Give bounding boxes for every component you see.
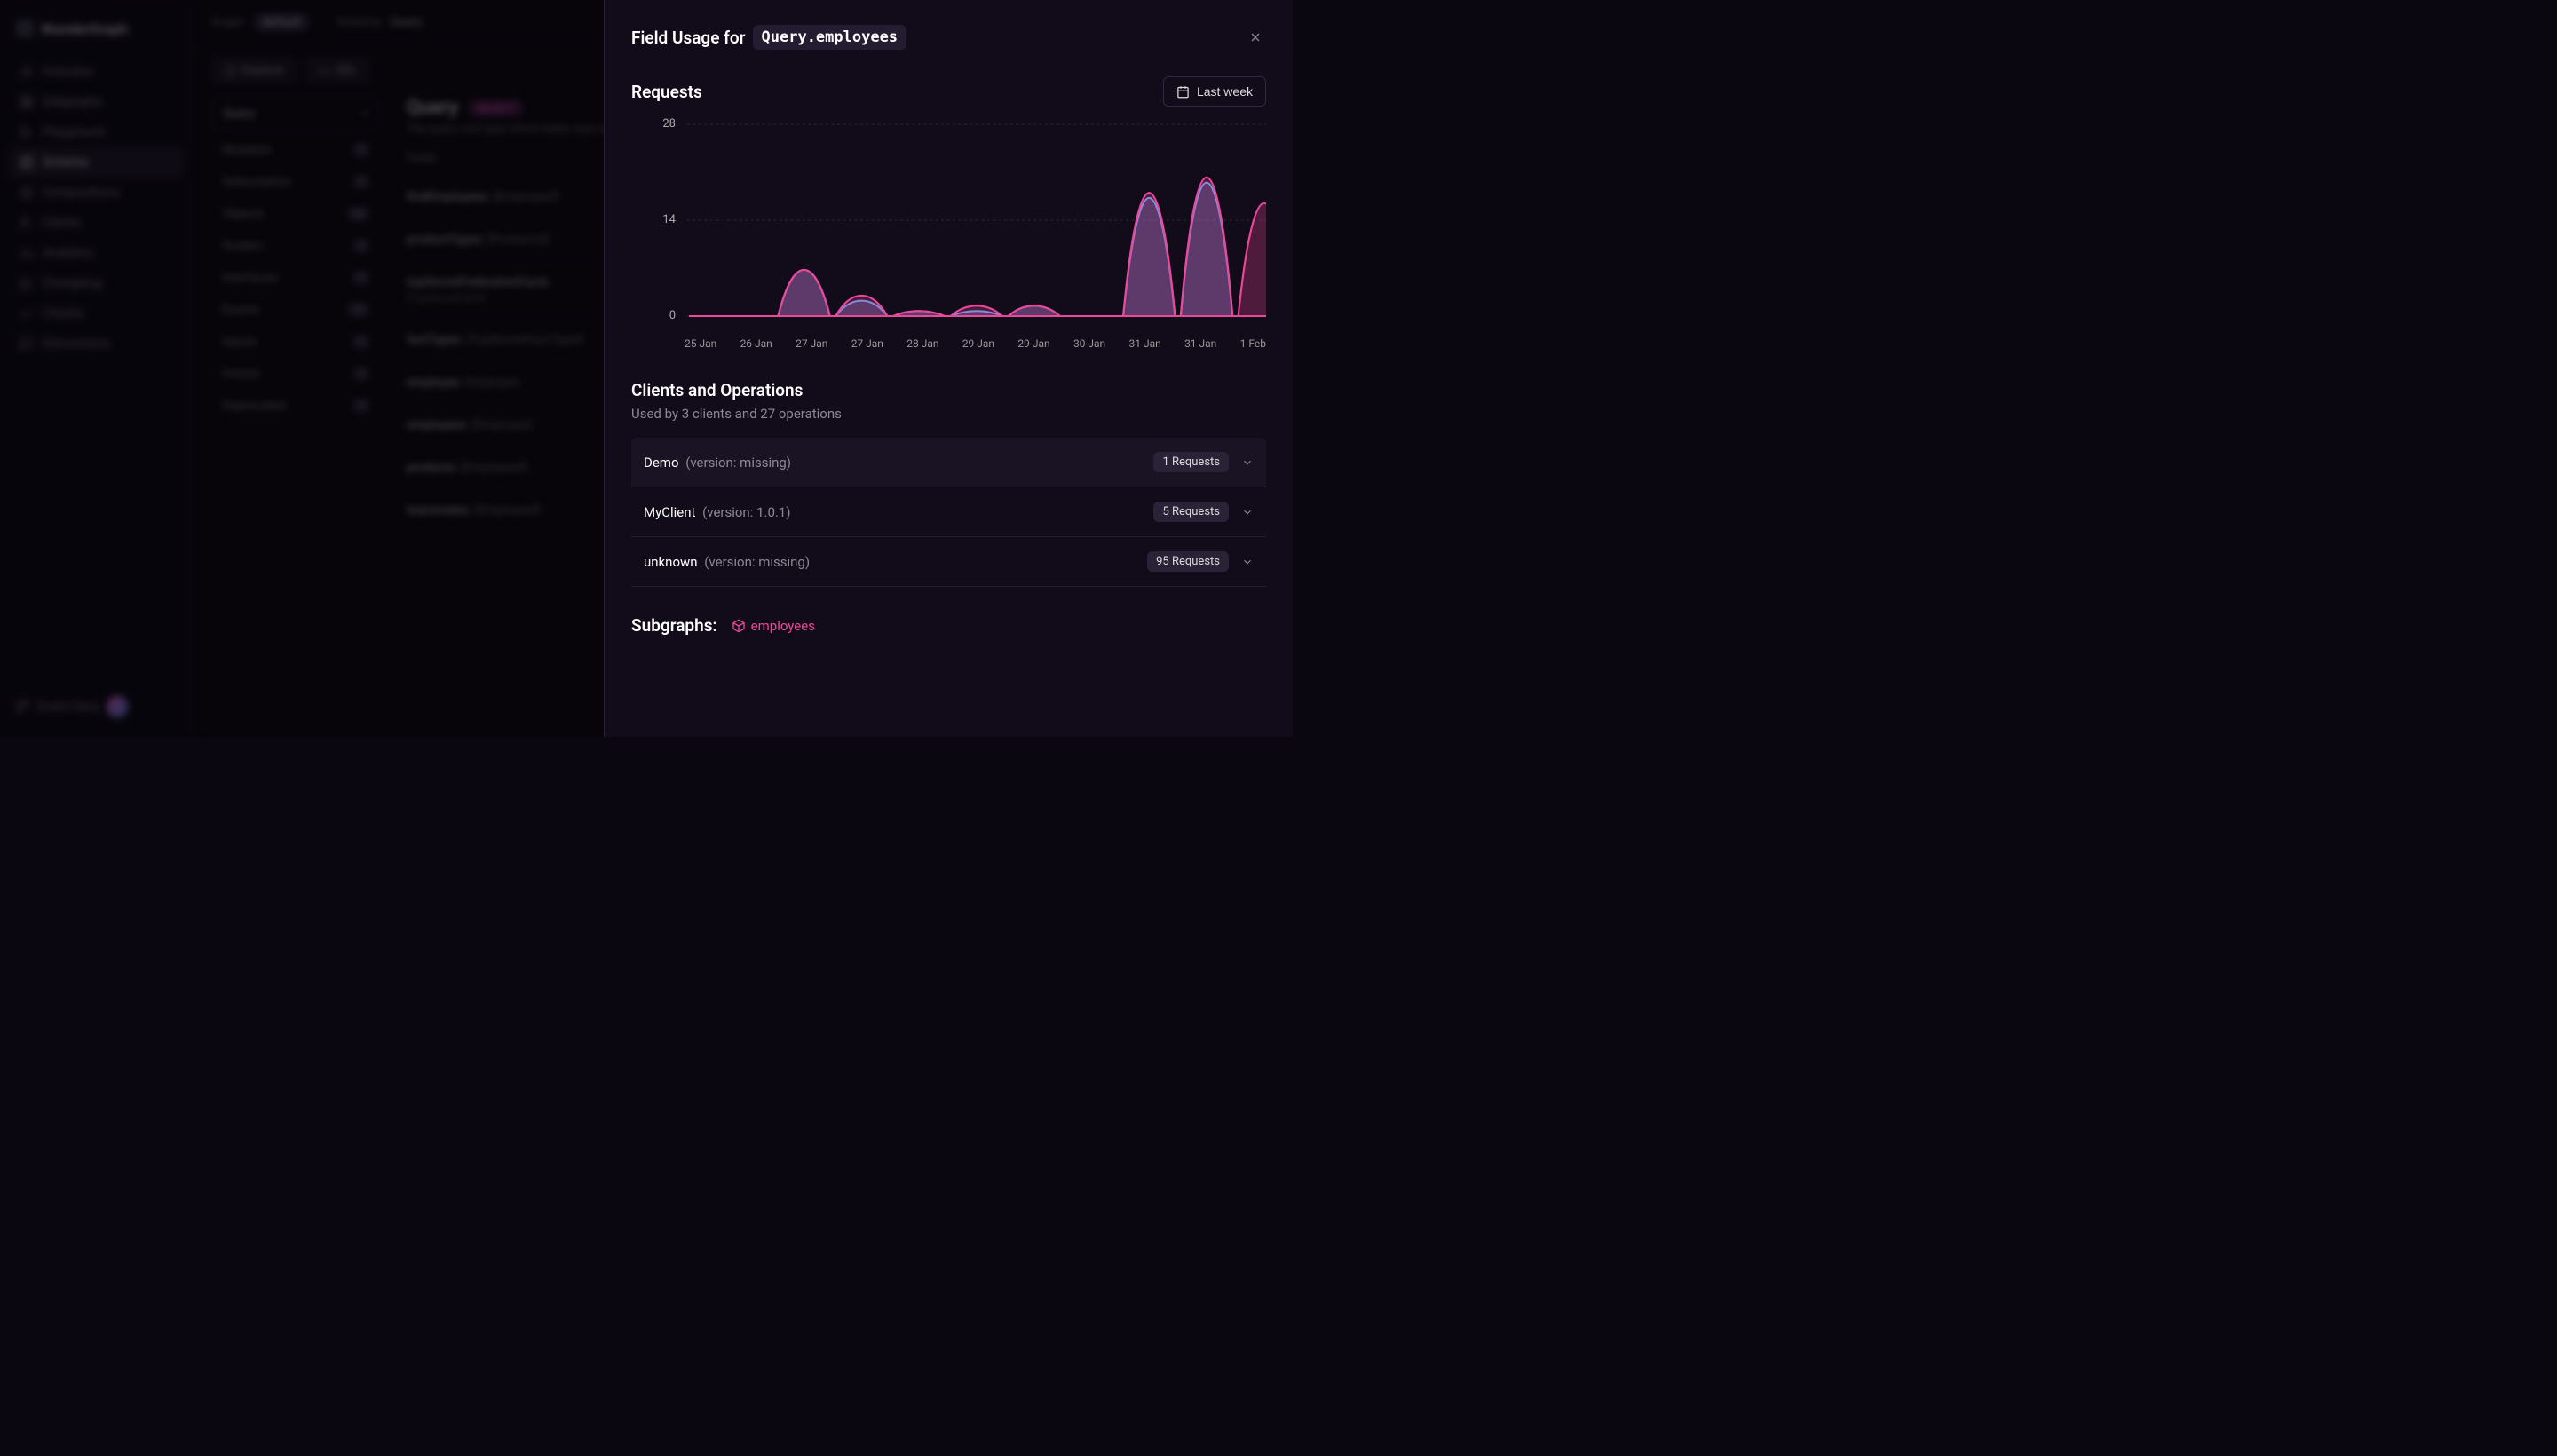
requests-badge: 95 Requests (1147, 551, 1229, 572)
x-tick: 27 Jan (796, 337, 827, 350)
x-tick: 25 Jan (685, 337, 716, 350)
x-tick: 1 Feb (1240, 337, 1266, 350)
y-tick-28: 28 (631, 117, 676, 131)
chart-series (689, 178, 1266, 316)
x-tick: 29 Jan (962, 337, 994, 350)
subgraphs-label: Subgraphs: (631, 615, 717, 636)
x-tick: 31 Jan (1129, 337, 1161, 350)
x-tick: 31 Jan (1184, 337, 1216, 350)
x-tick: 27 Jan (851, 337, 883, 350)
client-row[interactable]: unknown (version: missing)95 Requests (631, 537, 1266, 587)
chevron-down-icon (1241, 506, 1254, 518)
requests-badge: 5 Requests (1153, 502, 1229, 522)
requests-chart: 28 14 0 25 Jan 26 Jan 27 Jan 27 Jan 28 Jan 29… (631, 119, 1266, 350)
y-tick-14: 14 (631, 213, 676, 226)
chevron-down-icon (1241, 456, 1254, 469)
clients-heading: Clients and Operations (631, 380, 1266, 400)
chart-series (689, 183, 1264, 316)
requests-heading: Requests (631, 82, 702, 102)
x-tick: 30 Jan (1073, 337, 1105, 350)
chart-svg (631, 119, 1266, 350)
x-tick: 26 Jan (740, 337, 772, 350)
time-range-button[interactable]: Last week (1163, 76, 1266, 107)
subgraph-link[interactable]: employees (732, 618, 815, 634)
requests-badge: 1 Requests (1153, 452, 1229, 472)
field-usage-panel: Field Usage for Query.employees Requests… (604, 0, 1293, 737)
calendar-icon (1176, 85, 1190, 99)
client-row[interactable]: MyClient (version: 1.0.1)5 Requests (631, 487, 1266, 537)
close-button[interactable] (1245, 27, 1266, 48)
field-path-chip: Query.employees (753, 25, 907, 50)
x-axis-labels: 25 Jan 26 Jan 27 Jan 27 Jan 28 Jan 29 Jan 29 J… (685, 337, 1266, 350)
panel-title: Field Usage for Query.employees (631, 25, 906, 50)
cube-icon (732, 619, 746, 633)
chevron-down-icon (1241, 556, 1254, 568)
client-row[interactable]: Demo (version: missing)1 Requests (631, 438, 1266, 487)
clients-summary: Used by 3 clients and 27 operations (631, 406, 1266, 422)
x-tick: 28 Jan (906, 337, 938, 350)
close-icon (1248, 30, 1263, 44)
y-tick-0: 0 (631, 309, 676, 322)
x-tick: 29 Jan (1017, 337, 1049, 350)
